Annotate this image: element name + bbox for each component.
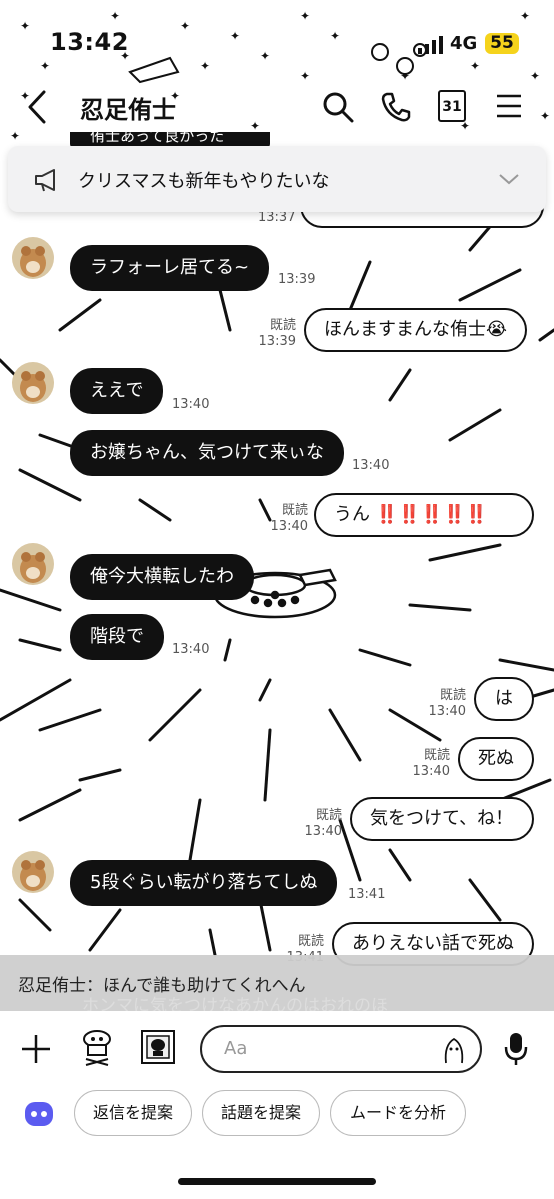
svg-text:✦: ✦ — [180, 19, 190, 33]
message-bubble-out[interactable]: は — [474, 677, 534, 721]
message-time: 13:41 — [348, 887, 386, 902]
message-time: 13:39 — [278, 272, 316, 287]
input-bar: Aa — [0, 1011, 554, 1091]
sticker-icon[interactable] — [78, 1027, 116, 1067]
avatar[interactable] — [12, 851, 54, 893]
emoji-icon[interactable] — [440, 1035, 468, 1065]
network-type: 4G — [450, 33, 478, 54]
svg-text:✦: ✦ — [200, 59, 210, 73]
battery-level: 55 — [485, 33, 519, 54]
svg-text:✦: ✦ — [530, 69, 540, 83]
read-receipt: 既読 — [281, 503, 308, 518]
svg-text:✦: ✦ — [330, 29, 340, 43]
ai-assistant-icon[interactable] — [22, 1098, 56, 1130]
message-bubble-in[interactable]: 5段ぐらい転がり落ちてしぬ — [70, 860, 338, 906]
home-indicator — [178, 1178, 376, 1185]
message-time: 13:40 — [270, 519, 308, 534]
message-time: 13:37 — [258, 210, 296, 225]
suggest-topic-chip[interactable]: 話題を提案 — [202, 1090, 320, 1136]
chevron-down-icon[interactable] — [498, 172, 520, 186]
read-receipt: 既読 — [315, 808, 342, 823]
message-bubble-in[interactable]: ラフォーレ居てる~ — [70, 245, 270, 291]
svg-text:✦: ✦ — [230, 29, 240, 43]
message-time: 13:40 — [172, 642, 210, 657]
back-icon[interactable] — [26, 90, 48, 124]
message-bubble-out[interactable]: 死ぬ — [458, 737, 534, 781]
exclamation-emojis: ‼️‼️‼️‼️‼️ — [375, 504, 488, 525]
message-bubble-out[interactable]: うん ‼️‼️‼️‼️‼️ — [314, 493, 534, 537]
signal-icon — [418, 36, 443, 54]
announcement-banner[interactable]: クリスマスも新年もやりたいな — [8, 146, 546, 212]
svg-text:✦: ✦ — [260, 49, 270, 63]
svg-text:✦: ✦ — [250, 119, 260, 133]
search-icon[interactable] — [322, 91, 354, 123]
suggest-reply-chip[interactable]: 返信を提案 — [74, 1090, 192, 1136]
read-receipt: 既読 — [297, 934, 324, 949]
analyze-mood-chip[interactable]: ムードを分析 — [330, 1090, 466, 1136]
svg-text:✦: ✦ — [520, 9, 530, 23]
message-bubble-in[interactable]: お嬢ちゃん、気つけて来ぃな — [70, 430, 344, 476]
message-time: 13:40 — [304, 824, 342, 839]
avatar[interactable] — [12, 543, 54, 585]
menu-icon[interactable] — [496, 93, 522, 119]
svg-text:✦: ✦ — [110, 9, 120, 23]
svg-text:✦: ✦ — [40, 59, 50, 73]
message-time: 13:39 — [258, 334, 296, 349]
plus-icon[interactable] — [20, 1033, 52, 1065]
phone-icon[interactable] — [380, 91, 412, 123]
read-receipt: 既読 — [269, 318, 296, 333]
message-bubble-out[interactable]: 気をつけて、ね！ — [350, 797, 534, 841]
message-text: うん — [334, 504, 370, 525]
svg-text:✦: ✦ — [470, 59, 480, 73]
avatar[interactable] — [12, 237, 54, 279]
svg-text:✦: ✦ — [540, 109, 550, 123]
svg-text:✦: ✦ — [300, 69, 310, 83]
message-time: 13:40 — [412, 764, 450, 779]
message-time: 13:40 — [428, 704, 466, 719]
calendar-icon[interactable]: 31 — [438, 90, 466, 122]
message-bubble-in[interactable]: 俺今大横転したわ — [70, 554, 254, 600]
new-message-preview[interactable]: 忍足侑士：ほんで誰も助けてくれへん ホンマに気をつけなあかんのはおれのほ — [0, 955, 554, 1016]
mic-icon[interactable] — [504, 1031, 528, 1067]
svg-text:✦: ✦ — [300, 9, 310, 23]
message-time: 13:40 — [352, 458, 390, 473]
photo-icon[interactable] — [140, 1029, 176, 1065]
status-time: 13:42 — [50, 28, 129, 56]
svg-text:✦: ✦ — [10, 129, 20, 143]
message-bubble-in[interactable]: 階段で — [70, 614, 164, 660]
message-bubble-out[interactable]: ほんますまんな侑士😭 — [304, 308, 528, 352]
announcement-text: クリスマスも新年もやりたいな — [78, 171, 330, 192]
avatar[interactable] — [12, 362, 54, 404]
svg-text:✦: ✦ — [20, 19, 30, 33]
megaphone-icon — [35, 169, 55, 192]
message-bubble-in[interactable]: ええで — [70, 368, 164, 414]
message-time: 13:40 — [172, 397, 210, 412]
chat-title: 忍足侑士 — [80, 96, 176, 124]
read-receipt: 既読 — [423, 748, 450, 763]
read-receipt: 既読 — [439, 688, 466, 703]
